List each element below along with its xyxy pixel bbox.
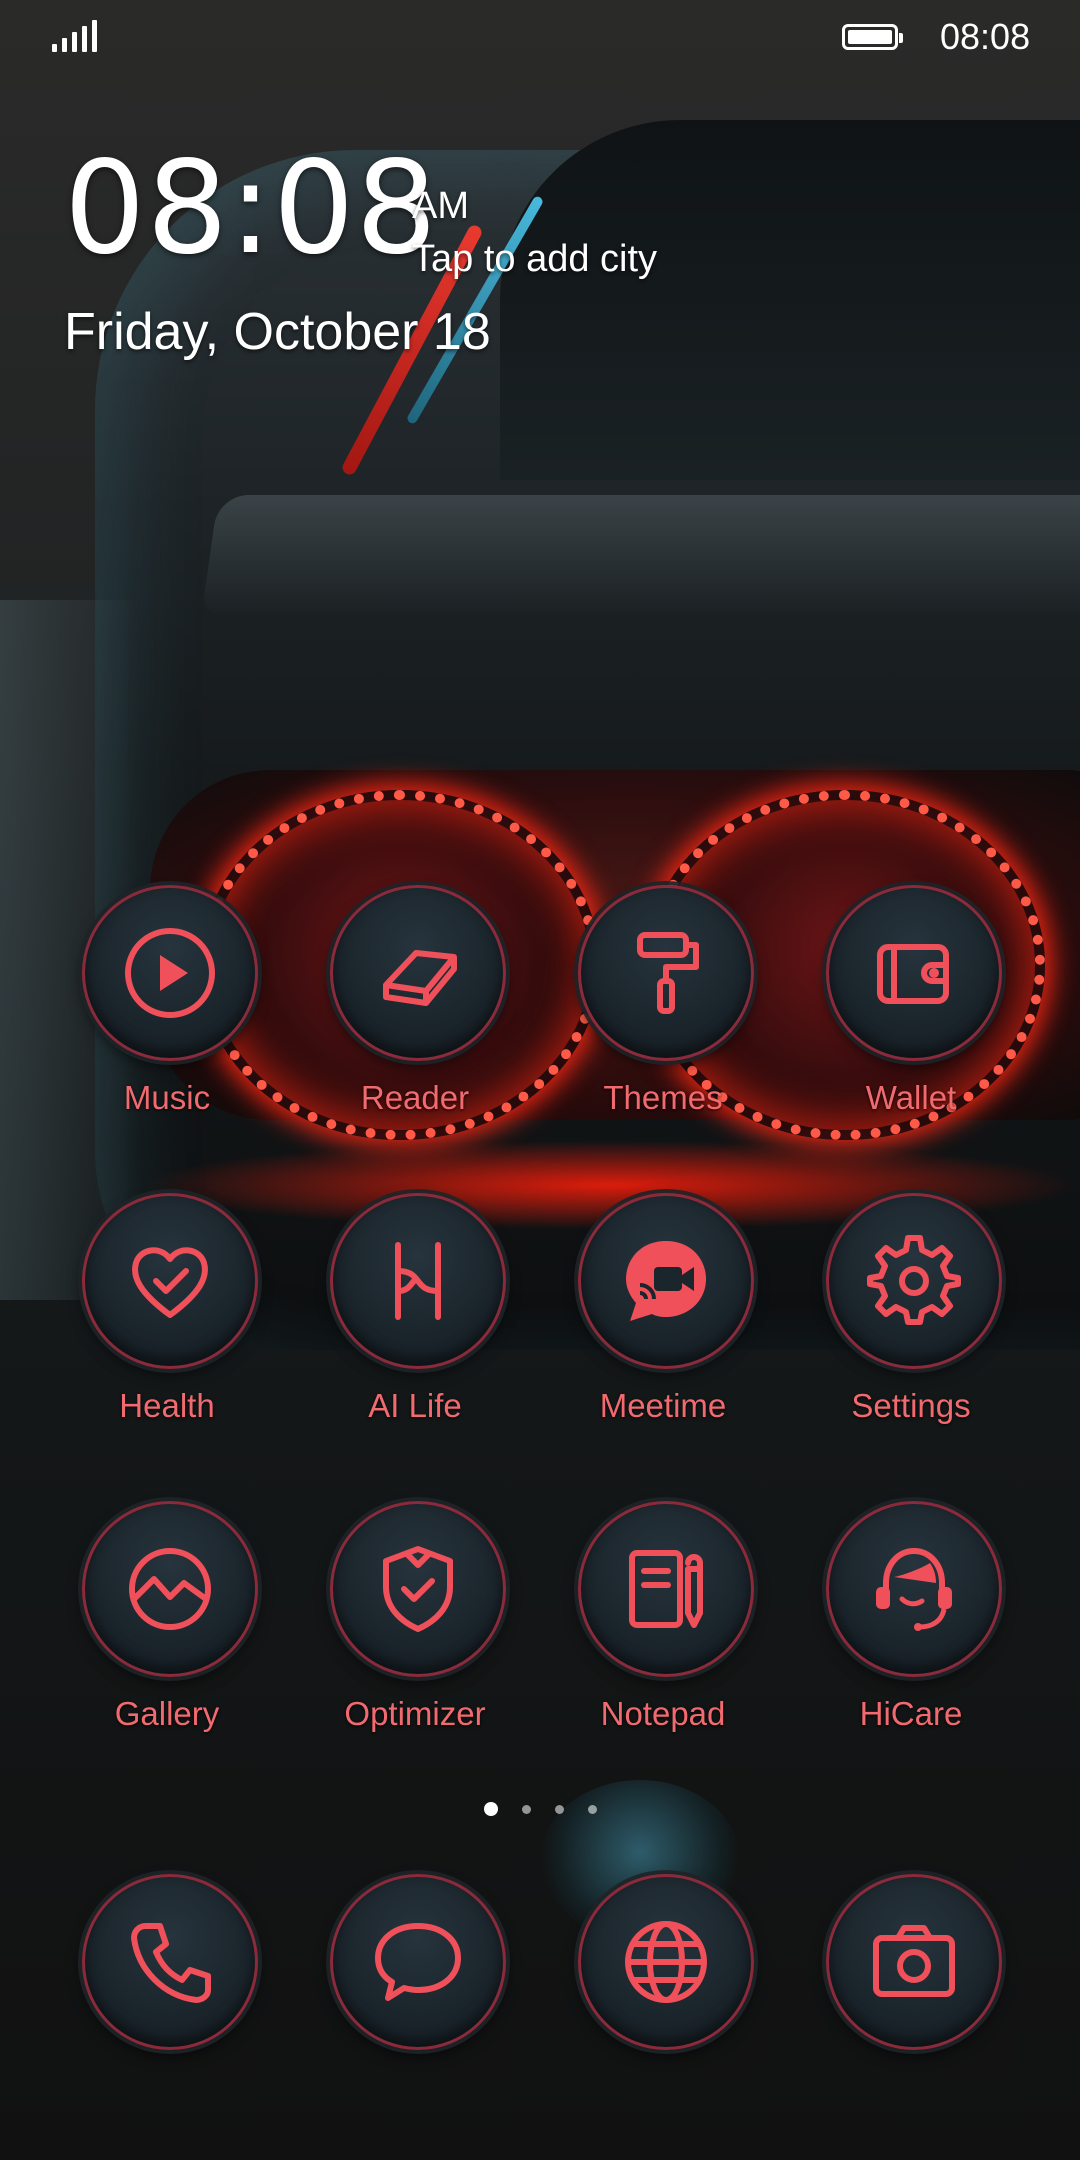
app-label: Settings	[851, 1387, 971, 1424]
play-icon	[82, 885, 258, 1061]
dock-messages[interactable]	[305, 1874, 525, 2114]
phone-icon	[82, 1874, 258, 2050]
app-label: Wallet	[865, 1079, 957, 1116]
signal-icon	[52, 20, 97, 52]
app-wallet[interactable]: Wallet	[801, 885, 1021, 1125]
clock-date: Friday, October 18	[64, 303, 491, 361]
app-music[interactable]: Music	[57, 885, 277, 1125]
heart-check-icon	[82, 1193, 258, 1369]
app-label: Themes	[603, 1079, 723, 1116]
globe-icon	[578, 1874, 754, 2050]
dock-browser[interactable]	[553, 1874, 773, 2114]
clock-time[interactable]: 08:08	[64, 145, 438, 273]
app-themes[interactable]: Themes	[553, 885, 773, 1125]
app-notepad[interactable]: Notepad	[553, 1501, 773, 1741]
app-label: Optimizer	[344, 1695, 486, 1732]
clock-ampm: AM	[412, 185, 469, 227]
message-icon	[330, 1874, 506, 2050]
book-icon	[330, 885, 506, 1061]
battery-icon	[842, 24, 903, 50]
app-meetime[interactable]: Meetime	[553, 1193, 773, 1433]
app-label: Notepad	[600, 1695, 726, 1732]
shield-check-icon	[330, 1501, 506, 1677]
status-time: 08:08	[940, 16, 1031, 57]
gallery-icon	[82, 1501, 258, 1677]
app-settings[interactable]: Settings	[801, 1193, 1021, 1433]
app-optimizer[interactable]: Optimizer	[305, 1501, 525, 1741]
app-label: AI Life	[368, 1387, 462, 1424]
status-bar: 08:08	[0, 0, 1080, 72]
app-reader[interactable]: Reader	[305, 885, 525, 1125]
app-label: Gallery	[114, 1695, 220, 1732]
app-label: HiCare	[859, 1695, 963, 1732]
app-label: Meetime	[599, 1387, 727, 1424]
add-city-link[interactable]: Tap to add city	[412, 238, 657, 281]
paint-roller-icon	[578, 885, 754, 1061]
ai-life-icon	[330, 1193, 506, 1369]
app-health[interactable]: Health	[57, 1193, 277, 1433]
page-indicator[interactable]	[0, 1802, 1080, 1816]
page-dot[interactable]	[587, 1804, 597, 1814]
app-label: Reader	[360, 1079, 470, 1116]
dock-camera[interactable]	[801, 1874, 1021, 2114]
app-gallery[interactable]: Gallery	[57, 1501, 277, 1741]
dock-phone[interactable]	[57, 1874, 277, 2114]
headset-icon	[826, 1501, 1002, 1677]
gear-icon	[826, 1193, 1002, 1369]
wallet-icon	[826, 885, 1002, 1061]
page-dot-active[interactable]	[483, 1802, 498, 1816]
page-dot[interactable]	[521, 1804, 531, 1814]
page-dot[interactable]	[554, 1804, 564, 1814]
notepad-icon	[578, 1501, 754, 1677]
video-chat-icon	[578, 1193, 754, 1369]
camera-icon	[826, 1874, 1002, 2050]
app-label: Health	[119, 1387, 215, 1424]
app-ai-life[interactable]: AI Life	[305, 1193, 525, 1433]
app-hicare[interactable]: HiCare	[801, 1501, 1021, 1741]
app-label: Music	[123, 1079, 211, 1116]
